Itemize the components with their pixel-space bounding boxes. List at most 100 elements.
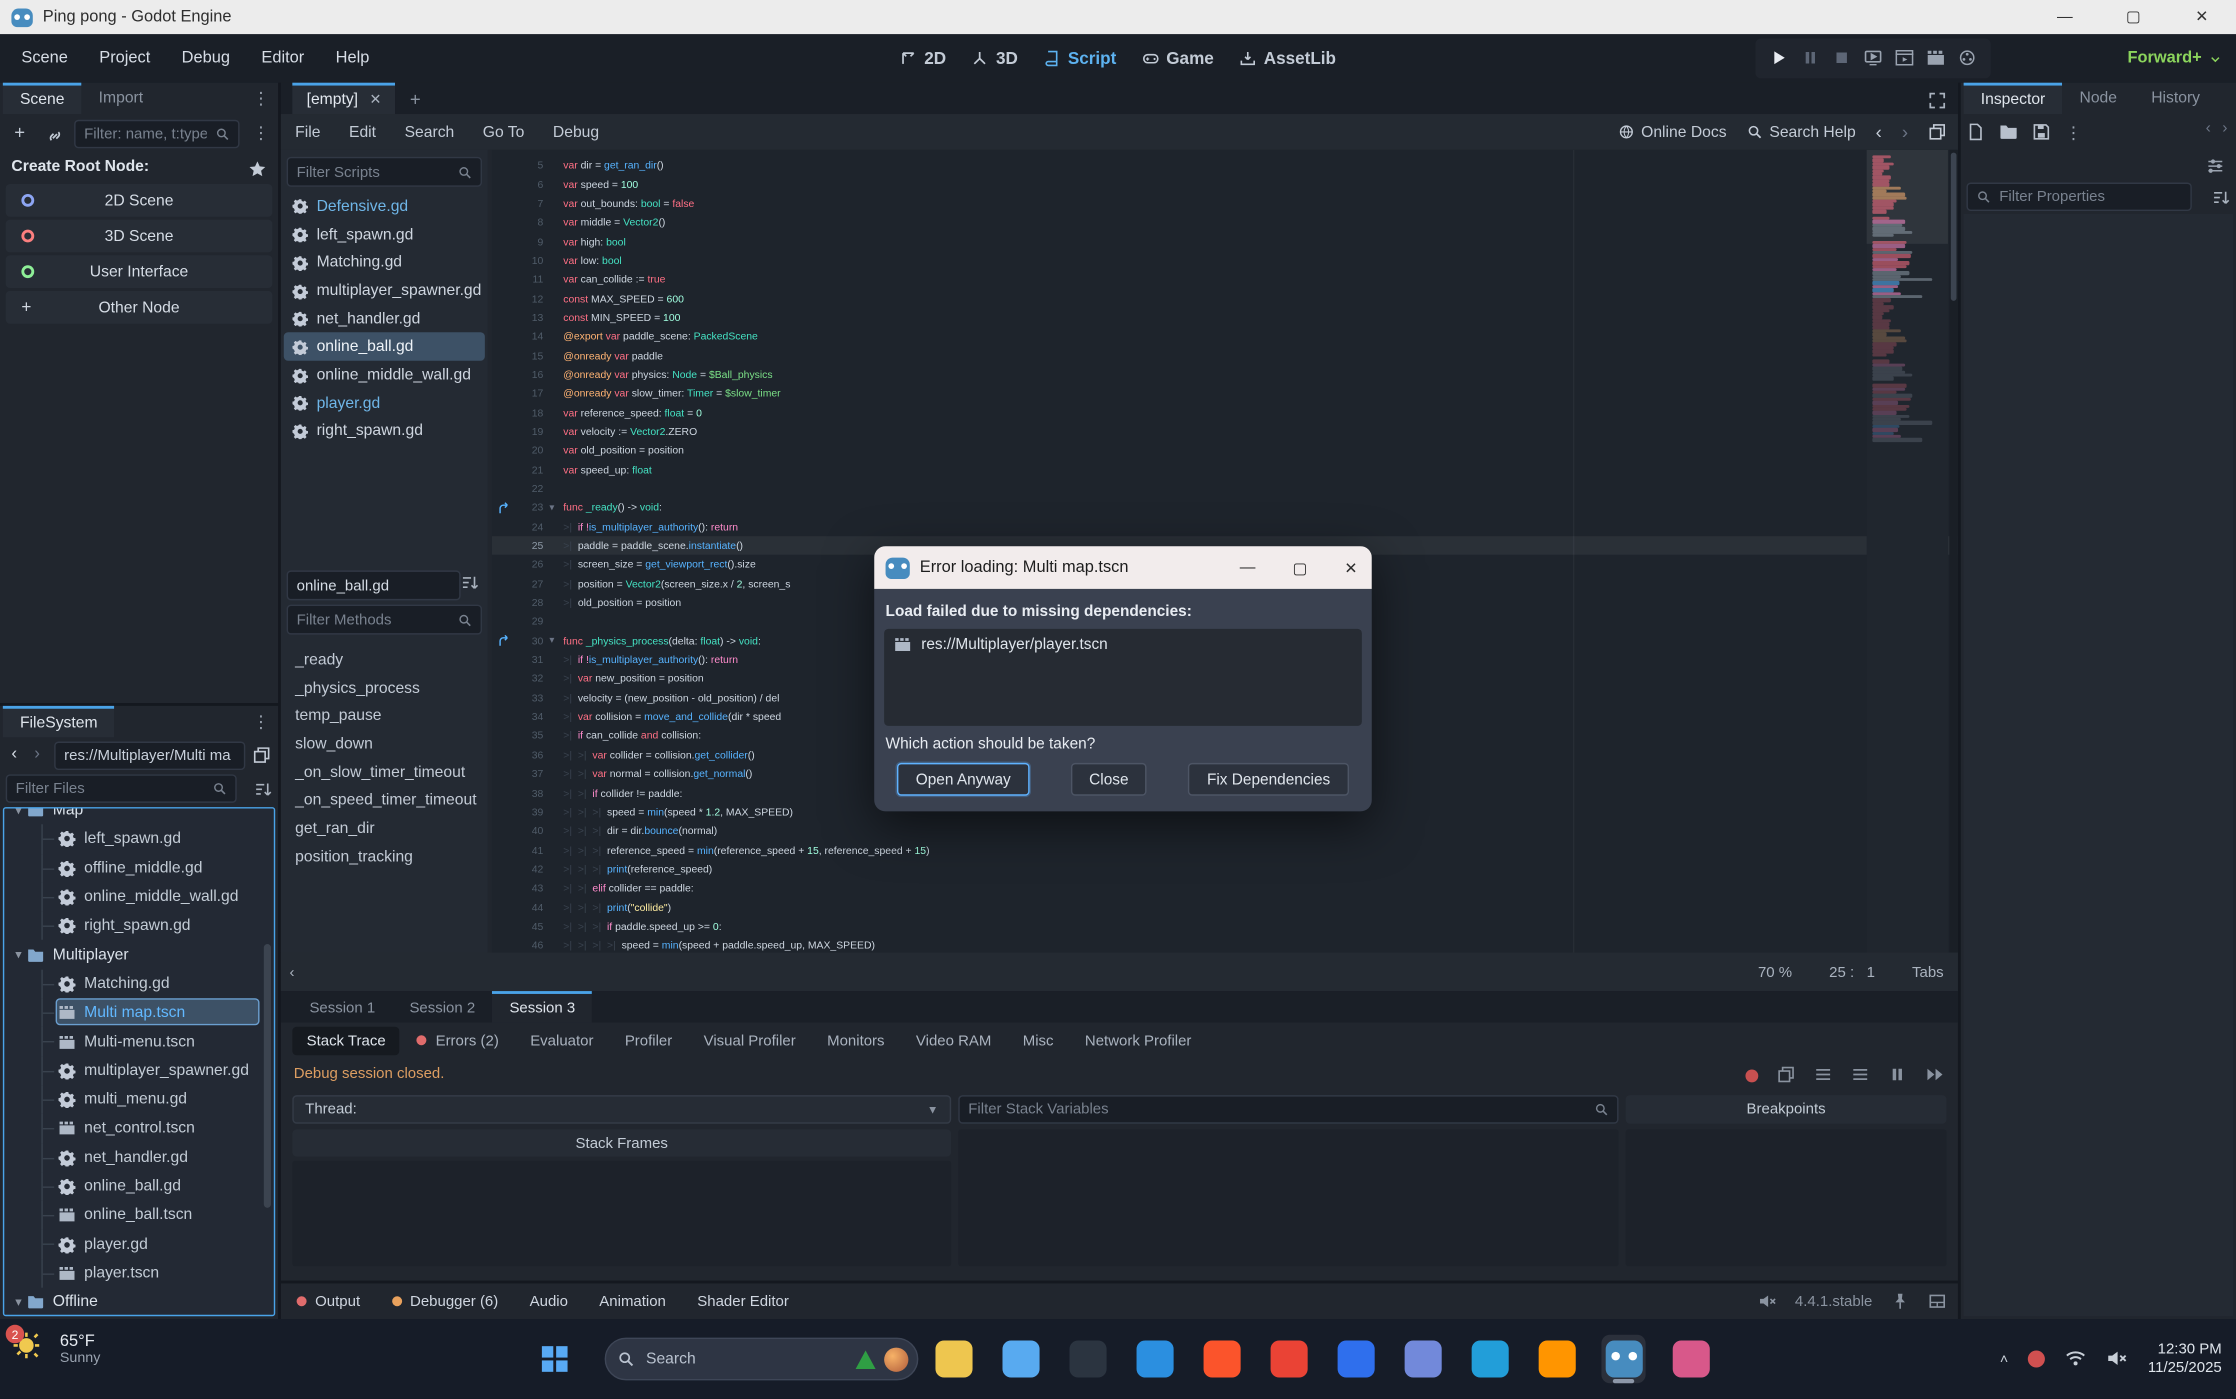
- code-gutter[interactable]: 31: [492, 653, 563, 666]
- code-gutter[interactable]: 17: [492, 387, 563, 400]
- root-option-user-interface[interactable]: User Interface: [6, 255, 273, 288]
- code-gutter[interactable]: 5: [492, 159, 563, 172]
- new-scene-tab-button[interactable]: +: [410, 88, 421, 109]
- script-item-matching-gd[interactable]: Matching.gd: [284, 249, 485, 277]
- filter-stack-variables-input[interactable]: Filter Stack Variables: [958, 1095, 1618, 1124]
- script-history-forward-icon[interactable]: ›: [1902, 121, 1908, 142]
- inspector-extra-options-icon[interactable]: [2206, 154, 2225, 180]
- save-resource-icon[interactable]: [2032, 120, 2051, 146]
- code-gutter[interactable]: 41: [492, 844, 563, 857]
- line-number[interactable]: 21: [515, 463, 544, 476]
- code-line-10[interactable]: 10var low: bool: [492, 251, 1958, 270]
- taskbar-app-dark-app[interactable]: [1065, 1335, 1109, 1383]
- script-item-player-gd[interactable]: player.gd: [284, 389, 485, 417]
- folder-chevron-icon[interactable]: ▾: [10, 1294, 27, 1310]
- code-line-41[interactable]: 41>| >| >| reference_speed = min(referen…: [492, 840, 1958, 859]
- wifi-icon[interactable]: [2065, 1346, 2086, 1372]
- code-line-22[interactable]: 22: [492, 479, 1958, 498]
- debug-break-icon[interactable]: [1888, 1062, 1907, 1088]
- workspace-tab-game[interactable]: Game: [1142, 48, 1214, 68]
- line-number[interactable]: 11: [515, 273, 544, 286]
- taskbar-app-beta-app[interactable]: [1333, 1335, 1377, 1383]
- line-number[interactable]: 10: [515, 254, 544, 267]
- script-item-multiplayer-spawner-gd[interactable]: multiplayer_spawner.gd: [284, 277, 485, 305]
- code-line-9[interactable]: 9var high: bool: [492, 232, 1958, 251]
- filesystem-tab[interactable]: FileSystem: [3, 706, 115, 737]
- line-number[interactable]: 27: [515, 577, 544, 590]
- line-number[interactable]: 28: [515, 596, 544, 609]
- volume-icon[interactable]: [2107, 1346, 2128, 1372]
- window-maximize-button[interactable]: ▢: [2099, 0, 2167, 34]
- code-gutter[interactable]: 21: [492, 463, 563, 476]
- fs-tree-scrollbar[interactable]: [264, 944, 271, 1208]
- dialog-button-fix-dependencies[interactable]: Fix Dependencies: [1188, 763, 1348, 796]
- root-option-other-node[interactable]: +Other Node: [6, 291, 273, 324]
- debugger-tab-profiler[interactable]: Profiler: [611, 1026, 687, 1055]
- code-line-45[interactable]: 45>| >| >| if paddle.speed_up >= 0:: [492, 917, 1958, 936]
- bottom-panel-toggle-animation[interactable]: Animation: [584, 1293, 682, 1310]
- code-gutter[interactable]: 33: [492, 691, 563, 704]
- taskbar-app-gmail[interactable]: [1266, 1335, 1310, 1383]
- line-number[interactable]: 14: [515, 330, 544, 343]
- code-line-15[interactable]: 15@onready var paddle: [492, 346, 1958, 365]
- dialog-minimize-icon[interactable]: —: [1240, 559, 1256, 576]
- code-gutter[interactable]: 24: [492, 520, 563, 533]
- code-line-5[interactable]: 5var dir = get_ran_dir(): [492, 155, 1958, 174]
- code-gutter[interactable]: 32: [492, 672, 563, 685]
- debugger-tab-stack-trace[interactable]: Stack Trace: [292, 1026, 400, 1055]
- session-tab-session-2[interactable]: Session 2: [392, 994, 492, 1023]
- taskbar-search[interactable]: Search: [605, 1338, 919, 1381]
- dialog-button-open-anyway[interactable]: Open Anyway: [897, 763, 1029, 796]
- taskbar-app-edge[interactable]: [1132, 1335, 1176, 1383]
- distraction-free-icon[interactable]: [1928, 88, 1947, 114]
- inspector-back-icon[interactable]: ‹: [2206, 120, 2211, 137]
- stack-frames-list[interactable]: [292, 1161, 951, 1267]
- debug-collapse-lines-icon[interactable]: [1851, 1062, 1870, 1088]
- code-line-12[interactable]: 12const MAX_SPEED = 600: [492, 289, 1958, 308]
- dependency-item[interactable]: res://Multiplayer/player.tscn: [894, 636, 1352, 653]
- code-gutter[interactable]: 9: [492, 235, 563, 248]
- method-physics-process[interactable]: _physics_process: [284, 674, 485, 702]
- fs-filter-input[interactable]: Filter Files: [6, 774, 237, 803]
- line-number[interactable]: 22: [515, 482, 544, 495]
- taskbar-app-firefox[interactable]: [1534, 1335, 1578, 1383]
- code-line-7[interactable]: 7var out_bounds: bool = false: [492, 193, 1958, 212]
- weather-widget[interactable]: 2 65°F Sunny: [11, 1330, 100, 1367]
- online-docs-button[interactable]: Online Docs: [1618, 123, 1726, 140]
- code-gutter[interactable]: 42: [492, 863, 563, 876]
- line-number[interactable]: 16: [515, 368, 544, 381]
- code-zoom-level[interactable]: 70 %: [1758, 963, 1792, 980]
- fs-path-bar[interactable]: res://Multiplayer/Multi ma: [54, 742, 245, 771]
- method-on-slow-timer-timeout[interactable]: _on_slow_timer_timeout: [284, 758, 485, 786]
- favorites-star-icon[interactable]: [248, 157, 267, 183]
- instance-scene-icon[interactable]: [46, 124, 65, 150]
- line-number[interactable]: 9: [515, 235, 544, 248]
- fs-item-offline-middle-gd[interactable]: offline_middle.gd: [4, 854, 274, 883]
- code-gutter[interactable]: 27: [492, 577, 563, 590]
- line-number[interactable]: 34: [515, 710, 544, 723]
- fs-item-player-tscn[interactable]: player.tscn: [4, 1259, 274, 1288]
- line-number[interactable]: 44: [515, 901, 544, 914]
- code-gutter[interactable]: 13: [492, 311, 563, 324]
- line-number[interactable]: 37: [515, 767, 544, 780]
- code-gutter[interactable]: 35: [492, 729, 563, 742]
- filter-scripts-input[interactable]: Filter Scripts: [287, 157, 482, 187]
- line-number[interactable]: 5: [515, 159, 544, 172]
- debugger-tab-network-profiler[interactable]: Network Profiler: [1071, 1026, 1206, 1055]
- line-number[interactable]: 18: [515, 406, 544, 419]
- new-resource-icon[interactable]: [1966, 120, 1985, 146]
- line-number[interactable]: 6: [515, 178, 544, 191]
- code-gutter[interactable]: 45: [492, 920, 563, 933]
- script-item-online-ball-gd[interactable]: online_ball.gd: [284, 333, 485, 361]
- code-line-46[interactable]: 46>| >| >| >| speed = min(speed + paddle…: [492, 936, 1958, 953]
- line-number[interactable]: 29: [515, 615, 544, 628]
- code-gutter[interactable]: 6: [492, 178, 563, 191]
- inspector-tab-inspector[interactable]: Inspector: [1964, 83, 2063, 114]
- dialog-button-close[interactable]: Close: [1071, 763, 1147, 796]
- line-number[interactable]: 31: [515, 653, 544, 666]
- root-option-2d-scene[interactable]: 2D Scene: [6, 184, 273, 217]
- line-number[interactable]: 23: [515, 501, 544, 514]
- inspector-tab-node[interactable]: Node: [2062, 83, 2134, 114]
- renderer-select[interactable]: Forward+: [2127, 34, 2221, 82]
- script-menu-go-to[interactable]: Go To: [469, 123, 539, 140]
